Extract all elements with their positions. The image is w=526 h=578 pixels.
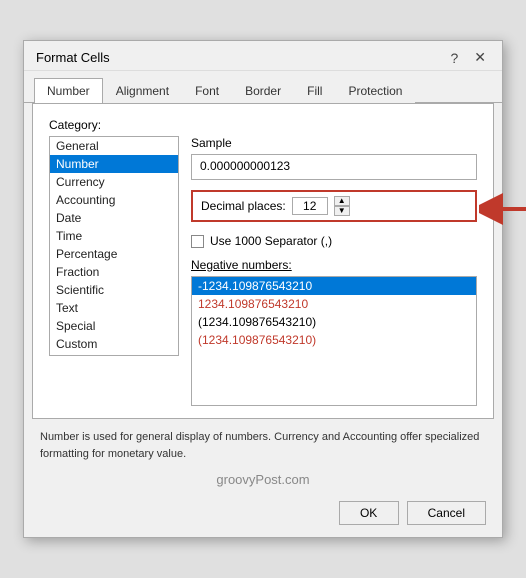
- separator-row: Use 1000 Separator (,): [191, 234, 477, 248]
- footer-text: Number is used for general display of nu…: [24, 419, 502, 466]
- category-item-time[interactable]: Time: [50, 227, 178, 245]
- sample-section: Sample 0.000000000123: [191, 136, 477, 180]
- dialog-footer: OK Cancel: [24, 493, 502, 537]
- cancel-button[interactable]: Cancel: [407, 501, 486, 525]
- decimal-input[interactable]: [292, 197, 328, 215]
- title-actions: ? ✕: [446, 49, 490, 66]
- decimal-row: Decimal places: ▲ ▼: [191, 190, 477, 222]
- tab-border[interactable]: Border: [232, 78, 294, 103]
- category-item-fraction[interactable]: Fraction: [50, 263, 178, 281]
- neg-item-3[interactable]: (1234.109876543210): [192, 331, 476, 349]
- help-button[interactable]: ?: [446, 50, 462, 66]
- category-item-custom[interactable]: Custom: [50, 335, 178, 353]
- watermark: groovyPost.com: [24, 466, 502, 493]
- category-item-scientific[interactable]: Scientific: [50, 281, 178, 299]
- negative-numbers-label: Negative numbers:: [191, 258, 477, 272]
- category-panel: General Number Currency Accounting Date …: [49, 136, 179, 406]
- category-item-currency[interactable]: Currency: [50, 173, 178, 191]
- close-button[interactable]: ✕: [470, 49, 490, 66]
- category-item-percentage[interactable]: Percentage: [50, 245, 178, 263]
- format-cells-dialog: Format Cells ? ✕ Number Alignment Font B…: [23, 40, 503, 538]
- category-item-text[interactable]: Text: [50, 299, 178, 317]
- neg-item-2[interactable]: (1234.109876543210): [192, 313, 476, 331]
- red-arrow-icon: [479, 192, 526, 226]
- neg-item-1[interactable]: 1234.109876543210: [192, 295, 476, 313]
- sample-value: 0.000000000123: [191, 154, 477, 180]
- tab-alignment[interactable]: Alignment: [103, 78, 182, 103]
- decimal-spinner: ▲ ▼: [334, 196, 350, 216]
- ok-button[interactable]: OK: [339, 501, 399, 525]
- negative-numbers-list[interactable]: -1234.109876543210 1234.109876543210 (12…: [191, 276, 477, 406]
- tabs-bar: Number Alignment Font Border Fill Protec…: [24, 71, 502, 103]
- category-item-number[interactable]: Number: [50, 155, 178, 173]
- spinner-up[interactable]: ▲: [334, 196, 350, 206]
- main-row: General Number Currency Accounting Date …: [49, 136, 477, 406]
- right-panel: Sample 0.000000000123 Decimal places: ▲ …: [191, 136, 477, 406]
- tab-number[interactable]: Number: [34, 78, 103, 103]
- tab-fill[interactable]: Fill: [294, 78, 335, 103]
- title-bar: Format Cells ? ✕: [24, 41, 502, 71]
- watermark-text: groovyPost.com: [216, 472, 309, 487]
- category-item-special[interactable]: Special: [50, 317, 178, 335]
- neg-item-0[interactable]: -1234.109876543210: [192, 277, 476, 295]
- category-label: Category:: [49, 118, 477, 132]
- decimal-label: Decimal places:: [201, 199, 286, 213]
- dialog-title: Format Cells: [36, 50, 110, 65]
- tab-content: Category: General Number Currency Accoun…: [32, 103, 494, 419]
- tab-font[interactable]: Font: [182, 78, 232, 103]
- category-item-accounting[interactable]: Accounting: [50, 191, 178, 209]
- category-item-date[interactable]: Date: [50, 209, 178, 227]
- sample-label: Sample: [191, 136, 477, 150]
- category-list[interactable]: General Number Currency Accounting Date …: [49, 136, 179, 356]
- separator-checkbox[interactable]: [191, 235, 204, 248]
- tab-protection[interactable]: Protection: [335, 78, 415, 103]
- category-item-general[interactable]: General: [50, 137, 178, 155]
- spinner-down[interactable]: ▼: [334, 206, 350, 216]
- separator-label: Use 1000 Separator (,): [210, 234, 332, 248]
- footer-description: Number is used for general display of nu…: [40, 431, 479, 460]
